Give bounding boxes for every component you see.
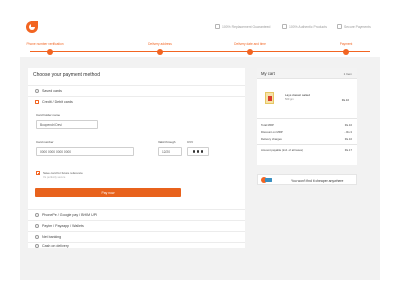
method-saved-cards[interactable]: Saved cards (28, 85, 245, 96)
step-dot-phone (47, 48, 53, 55)
summary-value: Rs.10 (344, 137, 352, 141)
summary-value: - Rs.3 (344, 130, 352, 134)
payment-methods-card: Choose your payment method Saved cards C… (28, 68, 245, 248)
product-name: Lays classic salted (285, 93, 311, 97)
cart-summary-card: My cart 1 Item Lays classic salted 500 g… (257, 68, 357, 165)
valid-label: Valid through (158, 140, 176, 144)
product-thumbnail (265, 92, 274, 104)
method-cod[interactable]: Cash on delivery (28, 242, 245, 248)
step-label-payment: Payment (339, 42, 353, 46)
cart-item-count: 1 Item (343, 72, 352, 76)
radio-icon[interactable] (35, 243, 39, 248)
summary-label: Total MRP (261, 123, 274, 127)
trust-label: Secure Payments (344, 24, 371, 29)
cart-header: My cart 1 Item (257, 68, 357, 79)
method-label: Cash on delivery (42, 243, 69, 248)
step-dot-payment (343, 48, 349, 55)
trust-badge-authentic: 100% Authentic Products (282, 24, 327, 29)
radio-icon[interactable] (35, 213, 39, 217)
summary-total-label: Amount payable (incl. of all taxes) (261, 148, 303, 152)
step-label-address: Delivery address (148, 42, 172, 46)
cvv-dot (193, 150, 196, 153)
method-label: PhonePe / Google pay / BHIM UPI (42, 213, 98, 217)
progress-line (30, 51, 370, 52)
step-label-phone: Phone number verification (26, 42, 64, 46)
trust-badge-secure: Secure Payments (337, 24, 371, 29)
save-card-label: Save card for future reference (43, 171, 83, 175)
pay-now-button[interactable]: Pay now (35, 188, 181, 197)
card-number-input[interactable]: 0000 0000 0000 0000 (36, 147, 134, 156)
payment-title: Choose your payment method (33, 72, 100, 78)
method-netbanking[interactable]: Net banking (28, 231, 245, 242)
method-label: Saved cards (42, 89, 62, 93)
promo-text: You won't find it cheaper anywhere (291, 178, 344, 183)
product-price: Rs.10 (341, 98, 349, 102)
method-label: Credit / Debit cards (42, 100, 73, 104)
cvv-dot (200, 150, 203, 153)
summary-label: Discount on MRP (261, 130, 283, 134)
price-promise-banner: You won't find it cheaper anywhere (257, 174, 357, 185)
method-wallets[interactable]: Paytm / Payzapp / Wallets (28, 220, 245, 231)
summary-label: Delivery charges (261, 137, 282, 141)
product-size: 500 gm (285, 98, 294, 101)
method-label: Net banking (42, 235, 62, 239)
method-label: Paytm / Payzapp / Wallets (42, 224, 84, 228)
divider (257, 144, 357, 145)
summary-total-value: Rs.17 (344, 148, 352, 152)
trust-badge-replacement: 100% Replacement Guaranteed (215, 24, 270, 29)
authentic-icon (282, 24, 287, 29)
step-dot-address (157, 48, 163, 55)
trust-label: 100% Replacement Guaranteed (222, 24, 271, 29)
selected-radio-icon[interactable] (35, 100, 39, 104)
trust-label: 100% Authentic Products (289, 24, 327, 29)
cvv-label: CVV (187, 140, 194, 144)
cvv-input[interactable] (187, 147, 209, 156)
card-holder-input[interactable]: Boopendri Devi (36, 120, 98, 129)
valid-through-input[interactable]: 12/20 (158, 147, 182, 156)
radio-icon[interactable] (35, 89, 39, 93)
step-label-datetime: Delivery date and time (234, 42, 266, 46)
summary-value: Rs.10 (344, 123, 352, 127)
replacement-icon (215, 24, 220, 29)
radio-icon[interactable] (35, 235, 39, 239)
secure-icon (337, 24, 342, 29)
price-tag-icon (265, 178, 272, 182)
method-card[interactable]: Credit / Debit cards (28, 96, 245, 107)
divider (257, 118, 357, 119)
number-label: Card number (36, 140, 54, 144)
save-card-subtext: It's perfectly secure (43, 176, 66, 179)
method-upi[interactable]: PhonePe / Google pay / BHIM UPI (28, 209, 245, 220)
checkout-progress: Phone number verification Delivery addre… (20, 39, 380, 57)
holder-label: Card holder name (36, 113, 61, 117)
step-dot-datetime (247, 48, 253, 55)
cvv-dot (196, 150, 200, 153)
radio-icon[interactable] (35, 224, 39, 228)
save-card-checkbox[interactable] (36, 171, 40, 175)
cart-title: My cart (261, 71, 275, 76)
brand-logo[interactable] (26, 21, 38, 33)
top-bar: 100% Replacement Guaranteed 100% Authent… (20, 15, 380, 39)
